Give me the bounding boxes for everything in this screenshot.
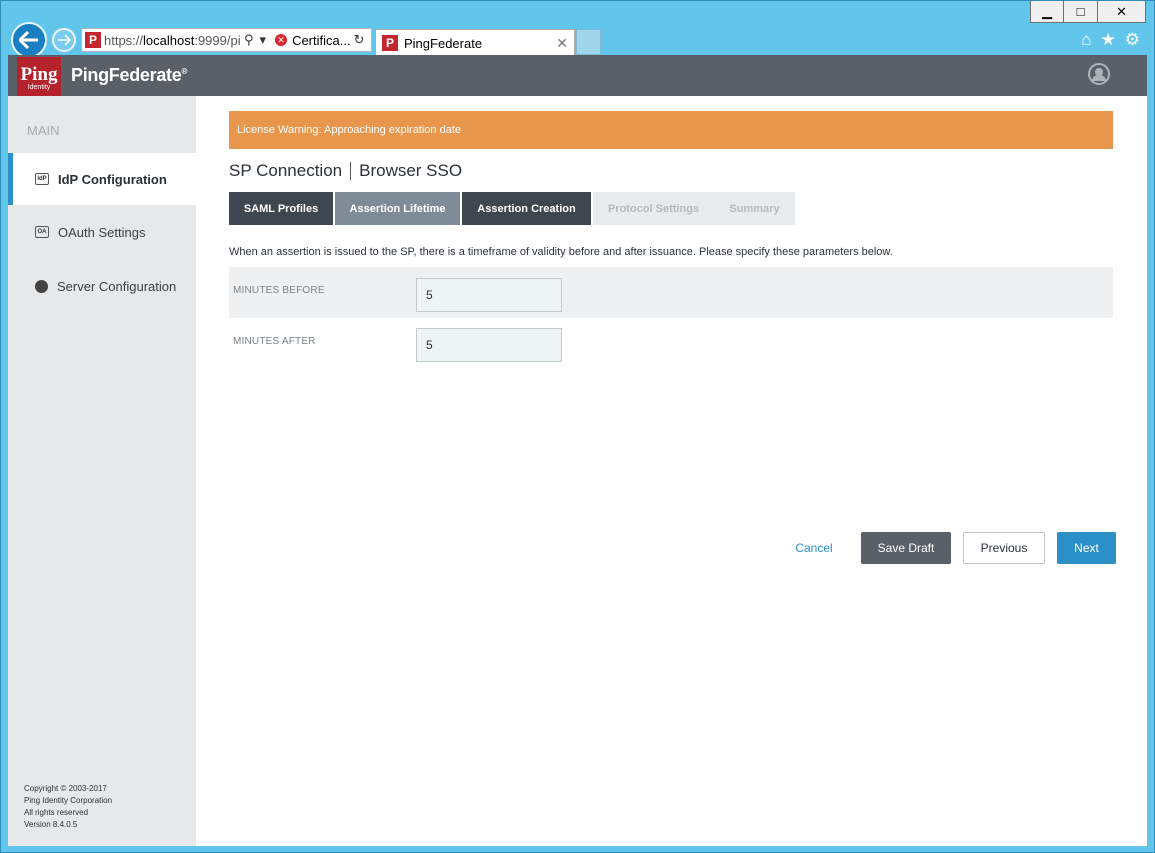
tab-protocol-settings: Protocol Settings [593, 192, 714, 225]
product-name: PingFederate® [71, 65, 187, 86]
close-window-button[interactable]: ✕ [1098, 1, 1146, 23]
sidebar: MAIN IdP IdP Configuration OA OAuth Sett… [8, 96, 205, 846]
minutes-after-input[interactable] [416, 328, 562, 362]
logo-subtext: Identity [27, 84, 51, 91]
previous-button[interactable]: Previous [963, 532, 1045, 564]
favorites-star-icon[interactable]: ★ [1101, 30, 1116, 50]
license-warning-banner: License Warning: Approaching expiration … [229, 111, 1113, 149]
sidebar-section-label: MAIN [27, 123, 60, 138]
version-line: Version 8.4.0.5 [24, 820, 78, 829]
sidebar-item-server-configuration[interactable]: Server Configuration [8, 260, 196, 312]
url-rest: :9999/pir [194, 32, 241, 48]
registered-mark: ® [181, 67, 188, 76]
settings-gear-icon[interactable]: ⚙ [1125, 30, 1140, 50]
oauth-icon: OA [35, 226, 49, 238]
forward-button[interactable] [52, 28, 76, 52]
page-title-secondary: Browser SSO [359, 161, 463, 180]
user-account-icon[interactable] [1088, 63, 1110, 85]
page-title: SP Connection Browser SSO [229, 161, 1113, 181]
minutes-before-label: MINUTES BEFORE [233, 285, 325, 296]
home-icon[interactable]: ⌂ [1081, 30, 1091, 50]
minutes-after-row: MINUTES AFTER [229, 318, 1113, 369]
browser-toolbar-icons: ⌂ ★ ⚙ [1081, 30, 1140, 50]
page-title-primary: SP Connection [229, 161, 343, 180]
next-button[interactable]: Next [1057, 532, 1116, 564]
sidebar-item-oauth-settings[interactable]: OA OAuth Settings [8, 206, 196, 258]
certificate-error-label[interactable]: Certifica... [292, 33, 351, 48]
search-icon[interactable]: ⚲ [244, 32, 254, 48]
sidebar-item-label: OAuth Settings [58, 224, 146, 240]
wizard-tabs: SAML Profiles Assertion Lifetime Asserti… [229, 192, 1113, 225]
ping-favicon-icon: P [85, 32, 101, 48]
cancel-button[interactable]: Cancel [794, 532, 834, 564]
refresh-icon[interactable]: ↻ [354, 32, 365, 48]
product-name-text: PingFederate [71, 65, 182, 85]
pingfederate-app: Ping Identity PingFederate® MAIN IdP IdP… [8, 55, 1147, 846]
tab-summary: Summary [714, 192, 795, 225]
copyright-line: Ping Identity Corporation [24, 796, 113, 805]
url-prefix: https:// [104, 32, 144, 48]
minutes-after-label: MINUTES AFTER [233, 336, 316, 347]
title-separator [350, 162, 352, 180]
server-icon [35, 279, 48, 293]
tab-title: PingFederate [404, 35, 483, 51]
sidebar-item-label: Server Configuration [57, 278, 177, 294]
sidebar-item-label: IdP Configuration [58, 171, 167, 187]
logo-text: Ping [20, 64, 58, 85]
tab-assertion-lifetime[interactable]: Assertion Lifetime [335, 192, 460, 225]
copyright-line: Copyright © 2003-2017 [24, 784, 107, 793]
copyright-line: All rights reserved [24, 808, 89, 817]
arrow-left-icon [19, 31, 38, 49]
app-header: Ping Identity PingFederate® [8, 55, 1147, 99]
back-button[interactable] [11, 22, 47, 58]
ping-identity-logo[interactable]: Ping Identity [17, 57, 61, 99]
minutes-before-input[interactable] [416, 278, 562, 312]
arrow-right-icon [58, 34, 71, 46]
minimize-button[interactable]: ▁ [1030, 1, 1064, 23]
copyright-block: Copyright © 2003-2017 Ping Identity Corp… [24, 783, 112, 831]
dropdown-icon[interactable]: ▾ [260, 32, 267, 48]
address-bar[interactable]: P https://localhost:9999/pir ⚲ ▾ ✕ Certi… [81, 28, 372, 52]
page-description: When an assertion is issued to the SP, t… [229, 246, 893, 258]
window-controls: ▁ □ ✕ [1030, 1, 1146, 23]
url-text[interactable]: https://localhost:9999/pir [104, 33, 241, 48]
idp-icon: IdP [35, 173, 49, 185]
sidebar-item-idp-configuration[interactable]: IdP IdP Configuration [8, 153, 205, 205]
close-tab-icon[interactable]: ✕ [556, 35, 568, 52]
url-host: localhost [143, 32, 195, 48]
ping-favicon-icon: P [382, 35, 398, 51]
certificate-error-icon[interactable]: ✕ [275, 34, 288, 46]
minutes-before-row: MINUTES BEFORE [229, 267, 1113, 318]
main-content: License Warning: Approaching expiration … [229, 111, 1116, 564]
tab-saml-profiles[interactable]: SAML Profiles [229, 192, 333, 225]
new-tab-button[interactable] [576, 29, 601, 55]
maximize-button[interactable]: □ [1064, 1, 1098, 23]
browser-tab[interactable]: P PingFederate ✕ [375, 29, 575, 56]
save-draft-button[interactable]: Save Draft [861, 532, 951, 564]
tab-assertion-creation[interactable]: Assertion Creation [462, 192, 591, 225]
